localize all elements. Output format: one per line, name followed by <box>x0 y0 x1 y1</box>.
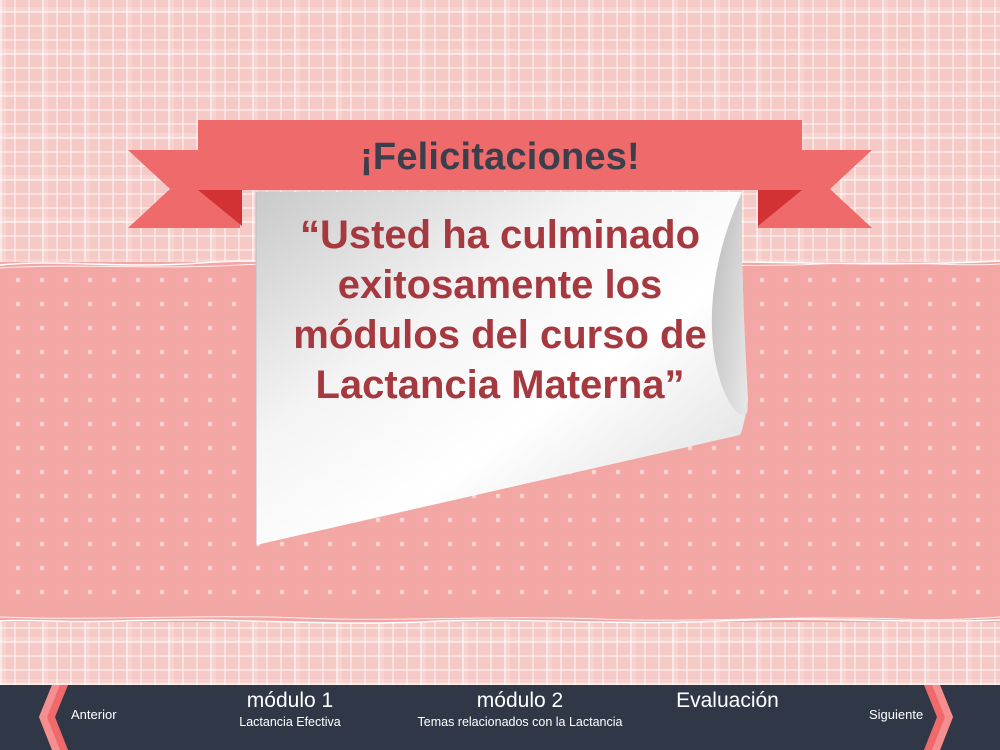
nav-module-2-title: módulo 2 <box>476 689 564 712</box>
nav-module-2[interactable]: módulo 2 Temas relacionados con la Lacta… <box>405 688 635 730</box>
nav-module-1-title: módulo 1 <box>246 689 334 712</box>
nav-module-1[interactable]: módulo 1 Lactancia Efectiva <box>210 688 370 730</box>
completion-message: “Usted ha culminado exitosamente los mód… <box>293 213 707 407</box>
next-label[interactable]: Siguiente <box>869 707 923 722</box>
band-bottom-edge <box>0 612 1000 626</box>
nav-evaluation[interactable]: Evaluación <box>660 688 795 714</box>
congrats-title: ¡Felicitaciones! <box>360 135 640 178</box>
nav-module-1-subtitle: Lactancia Efectiva <box>239 715 341 729</box>
nav-evaluation-title: Evaluación <box>676 689 779 712</box>
previous-label[interactable]: Anterior <box>71 707 117 722</box>
nav-module-2-subtitle: Temas relacionados con la Lactancia <box>417 715 623 729</box>
